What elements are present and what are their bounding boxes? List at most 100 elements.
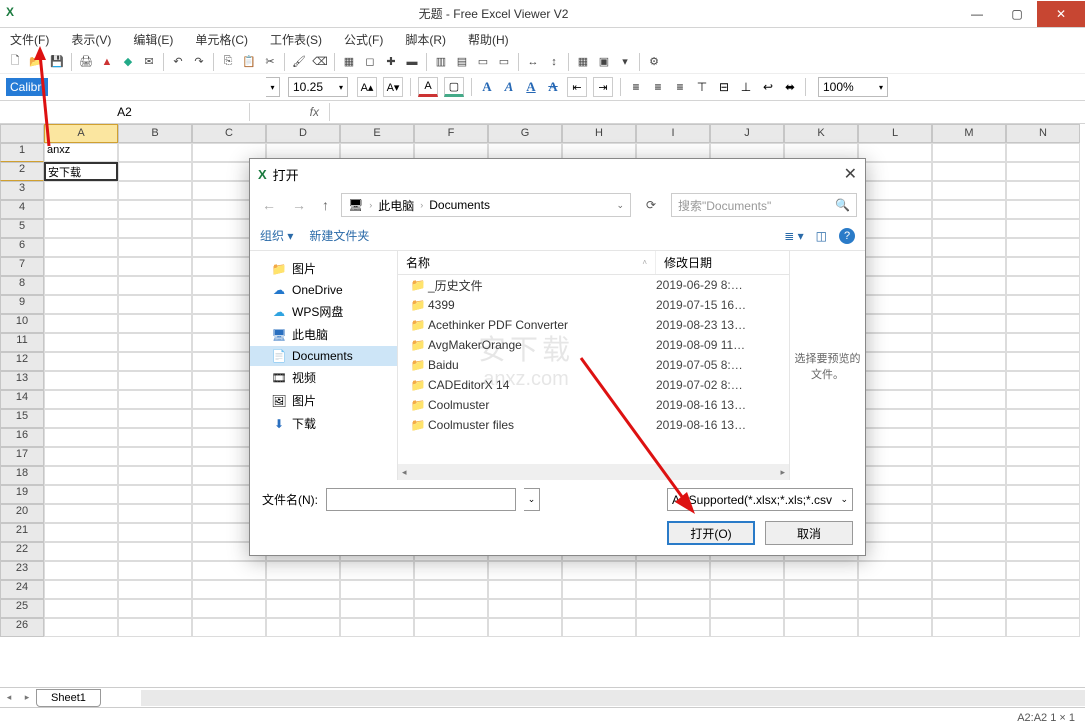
menu-单元格[interactable]: 单元格(C) — [191, 29, 252, 50]
cell[interactable] — [932, 409, 1006, 428]
col-header-name[interactable]: 名称˄ — [398, 251, 656, 274]
path-breadcrumb[interactable]: 🖥 › 此电脑 › Documents ⌄ — [341, 193, 631, 217]
col-header[interactable]: F — [414, 124, 488, 143]
cell[interactable] — [562, 618, 636, 637]
font-color-icon[interactable]: A — [418, 77, 438, 97]
cell[interactable] — [858, 466, 932, 485]
align-mid-icon[interactable]: ⊟ — [715, 78, 733, 96]
group-icon[interactable]: ▣ — [595, 53, 613, 71]
organize-menu[interactable]: 组织 ▾ — [260, 227, 293, 244]
align-left-icon[interactable]: ≡ — [627, 78, 645, 96]
col-header-date[interactable]: 修改日期 — [656, 251, 776, 274]
cell[interactable] — [932, 333, 1006, 352]
row-header[interactable]: 23 — [0, 561, 44, 580]
decrease-font-icon[interactable]: A▾ — [383, 77, 403, 97]
cell[interactable] — [1006, 200, 1080, 219]
increase-font-icon[interactable]: A▴ — [357, 77, 377, 97]
cell[interactable] — [858, 580, 932, 599]
cell[interactable] — [192, 580, 266, 599]
cell[interactable] — [636, 580, 710, 599]
cell[interactable] — [858, 409, 932, 428]
cell[interactable] — [44, 447, 118, 466]
cell[interactable] — [1006, 485, 1080, 504]
cell[interactable] — [1006, 523, 1080, 542]
search-input[interactable]: 搜索"Documents" 🔍 — [671, 193, 857, 217]
cell[interactable] — [932, 219, 1006, 238]
cell[interactable] — [44, 333, 118, 352]
cell[interactable] — [118, 333, 192, 352]
cell[interactable] — [858, 238, 932, 257]
cell[interactable] — [636, 599, 710, 618]
cell[interactable] — [858, 276, 932, 295]
cell[interactable] — [1006, 599, 1080, 618]
cell[interactable] — [118, 542, 192, 561]
cell[interactable] — [1006, 542, 1080, 561]
cell[interactable] — [932, 618, 1006, 637]
freeze-icon[interactable]: ▦ — [574, 53, 592, 71]
cell[interactable] — [1006, 238, 1080, 257]
new-icon[interactable]: 🗋 — [6, 53, 24, 71]
cell[interactable] — [1006, 504, 1080, 523]
cell[interactable] — [636, 618, 710, 637]
row-header[interactable]: 16 — [0, 428, 44, 447]
col-header[interactable]: E — [340, 124, 414, 143]
cell[interactable] — [118, 447, 192, 466]
tree-item[interactable]: 🖼图片 — [250, 389, 397, 412]
cell[interactable] — [266, 599, 340, 618]
cell[interactable] — [858, 542, 932, 561]
print-icon[interactable]: 🖨 — [77, 53, 95, 71]
row-header[interactable]: 7 — [0, 257, 44, 276]
refresh-icon[interactable]: ⟳ — [639, 193, 663, 217]
cell[interactable] — [414, 580, 488, 599]
cell[interactable] — [118, 428, 192, 447]
cell[interactable] — [932, 523, 1006, 542]
cell[interactable] — [858, 523, 932, 542]
cell[interactable] — [858, 428, 932, 447]
nav-up-icon[interactable]: ↑ — [318, 197, 333, 213]
preview-pane-icon[interactable]: ◫ — [816, 229, 827, 243]
italic-icon[interactable]: A — [500, 78, 518, 96]
indent-dec-icon[interactable]: ⇤ — [567, 77, 587, 97]
cell[interactable] — [562, 580, 636, 599]
cell[interactable] — [44, 485, 118, 504]
cell[interactable] — [118, 143, 192, 162]
close-button[interactable]: ✕ — [1037, 1, 1085, 27]
cell[interactable] — [858, 447, 932, 466]
cell[interactable] — [44, 276, 118, 295]
cell[interactable] — [1006, 580, 1080, 599]
row-header[interactable]: 2 — [0, 162, 44, 181]
cell[interactable] — [858, 485, 932, 504]
file-row[interactable]: 📁43992019-07-15 16… — [398, 295, 789, 315]
cell[interactable] — [488, 599, 562, 618]
cell[interactable] — [710, 561, 784, 580]
cell[interactable] — [1006, 257, 1080, 276]
cell[interactable] — [118, 295, 192, 314]
tab-nav-next[interactable]: ▸ — [18, 692, 36, 703]
cell[interactable] — [1006, 409, 1080, 428]
cell[interactable] — [858, 257, 932, 276]
wrap-icon[interactable]: ↩ — [759, 78, 777, 96]
tree-item[interactable]: 🖥此电脑 — [250, 323, 397, 346]
cell[interactable] — [710, 618, 784, 637]
delete-row-icon[interactable]: ▭ — [495, 53, 513, 71]
col-header[interactable]: L — [858, 124, 932, 143]
cell[interactable] — [932, 504, 1006, 523]
maximize-button[interactable]: ▢ — [997, 1, 1037, 27]
indent-inc-icon[interactable]: ⇥ — [593, 77, 613, 97]
cell[interactable] — [562, 561, 636, 580]
cell[interactable] — [414, 599, 488, 618]
cell[interactable] — [118, 390, 192, 409]
col-header[interactable]: J — [710, 124, 784, 143]
cell[interactable] — [118, 504, 192, 523]
cell[interactable] — [1006, 352, 1080, 371]
cell[interactable] — [44, 409, 118, 428]
filter-icon[interactable]: ▾ — [616, 53, 634, 71]
nav-back-icon[interactable]: ← — [258, 197, 280, 213]
cell[interactable] — [1006, 162, 1080, 181]
row-header[interactable]: 17 — [0, 447, 44, 466]
cell[interactable] — [858, 618, 932, 637]
cell[interactable] — [784, 580, 858, 599]
zoom-select[interactable]: 100%▾ — [818, 77, 888, 97]
cell[interactable] — [858, 295, 932, 314]
cell[interactable] — [340, 599, 414, 618]
